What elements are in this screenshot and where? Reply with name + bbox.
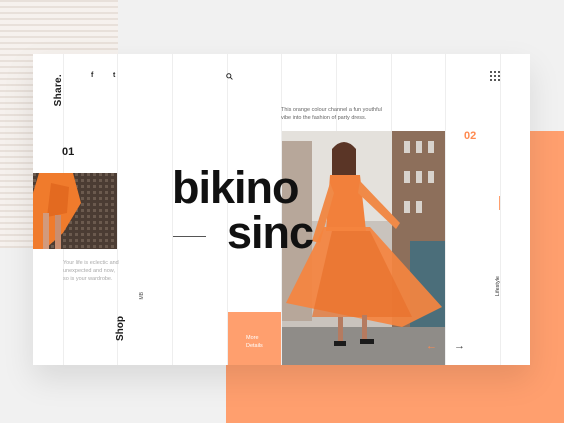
more-details-label-2: Details [246,343,263,349]
slide-number-current: 01 [62,146,75,158]
lifestyle-link[interactable]: Lifestyle [495,276,501,296]
hero-title: bikino sinc [172,162,314,258]
side-description: Your life is eclectic and unexpected and… [63,260,119,282]
hero-title-line1: bikino [172,162,300,213]
shop-link[interactable]: Shop [115,316,126,341]
grid-menu-icon[interactable] [490,71,501,82]
small-mark: MB [139,292,145,300]
grid-line [445,54,446,365]
more-details-button[interactable]: More Details [228,312,281,365]
arrow-right-icon[interactable]: → [454,340,465,352]
intro-text: This orange colour channel a fun youthfu… [281,107,382,121]
facebook-icon[interactable]: f [91,72,93,79]
accent-bar [499,196,500,210]
twitter-icon[interactable]: t [113,72,115,79]
slide-number-next[interactable]: 02 [464,130,476,142]
grid-line [500,54,501,365]
thumbnail-image[interactable] [33,173,117,249]
arrow-left-icon[interactable]: ← [426,340,437,352]
hero-title-line2: sinc [227,207,314,258]
hero-card: Share. f t 01 02 This orange colour chan… [33,54,530,365]
search-icon[interactable] [226,73,233,80]
more-details-label-1: More [246,335,259,341]
share-label: Share. [53,74,64,107]
